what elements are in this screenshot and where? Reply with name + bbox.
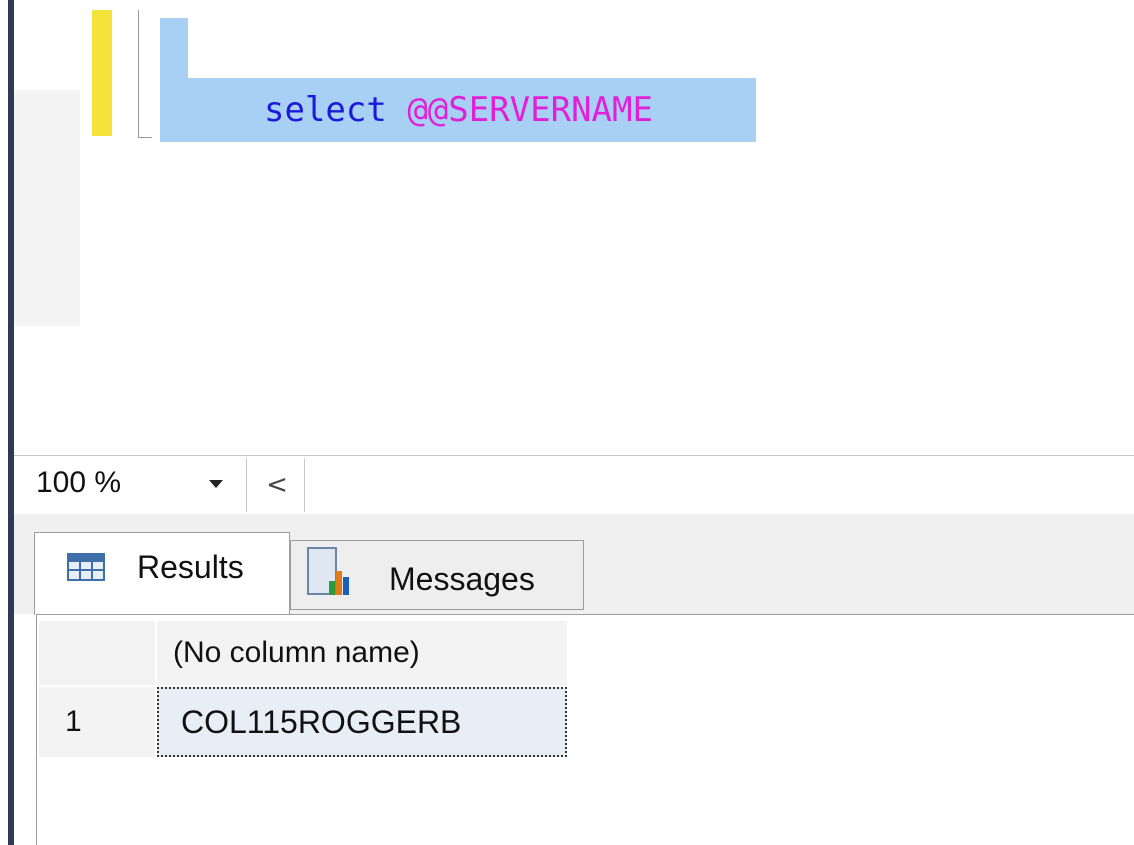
zoom-dropdown[interactable]: 100 % [14,456,242,514]
ssms-query-window: select @@SERVERNAME 100 % < Results Mess… [0,0,1134,845]
messages-icon [307,547,351,603]
editor-gutter [14,90,80,326]
tab-messages-label: Messages [389,561,535,597]
query-text-line[interactable]: select @@SERVERNAME [264,84,653,136]
selection-highlight-top [160,18,188,82]
tab-results[interactable]: Results [34,532,290,615]
outline-indicator [138,10,139,138]
sql-system-variable: @@SERVERNAME [407,90,653,130]
results-grid: (No column name) 1 COL115ROGGERB [36,614,1134,845]
tab-messages[interactable]: Messages [290,540,584,610]
horizontal-scrollbar-track[interactable] [304,458,1134,512]
outline-indicator-foot [138,137,152,138]
sql-keyword-select: select [264,90,387,130]
grid-icon [67,553,105,581]
chevron-down-icon[interactable] [209,480,223,488]
results-pane: Results Messages (No column name) 1 COL1… [14,514,1134,845]
result-cell[interactable]: COL115ROGGERB [157,687,567,757]
change-tracking-bar [92,10,112,136]
scroll-left-button[interactable]: < [250,456,304,514]
column-header[interactable]: (No column name) [157,621,567,685]
zoom-bar: 100 % < [14,455,1134,515]
row-number-header[interactable]: 1 [39,687,155,757]
zoom-value: 100 % [36,466,122,499]
results-tabs-strip: Results Messages [14,514,1134,615]
grid-corner-header[interactable] [39,621,155,685]
tab-results-label: Results [137,549,244,585]
zoom-separator [246,458,247,512]
